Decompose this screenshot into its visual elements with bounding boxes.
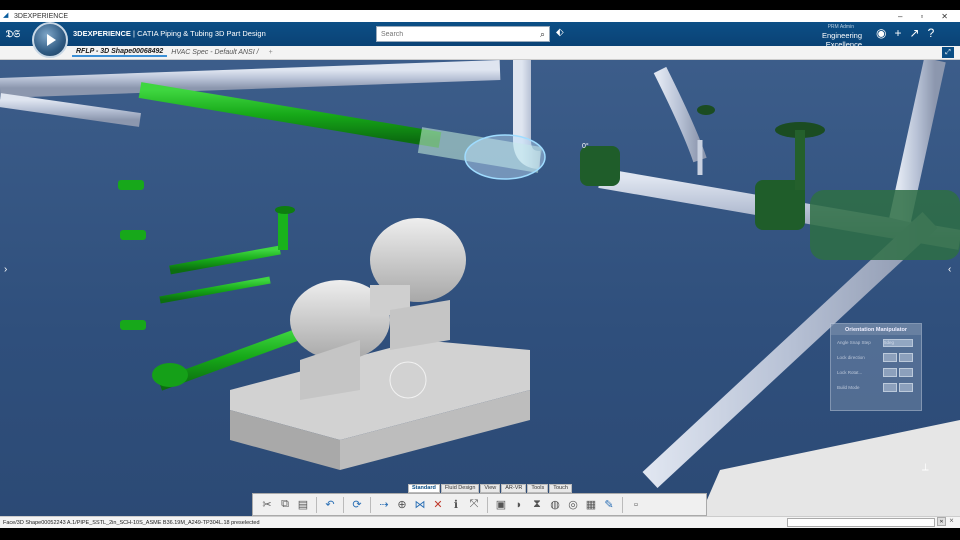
angle-snap-input[interactable]: 5deg xyxy=(883,338,913,347)
reducer-icon[interactable]: ◎ xyxy=(565,497,581,513)
compass-button[interactable] xyxy=(32,22,68,58)
green-flange-2 xyxy=(120,230,146,240)
small-handwheel xyxy=(697,105,715,115)
tab-fluid-design[interactable]: Fluid Design xyxy=(440,484,480,493)
update-icon[interactable]: ⟳ xyxy=(349,497,365,513)
paste-icon[interactable]: ▤ xyxy=(295,497,311,513)
tab-ar-vr[interactable]: AR-VR xyxy=(501,484,527,493)
search-icon[interactable]: ⌕ xyxy=(540,29,545,40)
tab-view[interactable]: View xyxy=(480,484,501,493)
ds-logo-icon: 𝔇𝔖 xyxy=(5,28,21,40)
axis-triad: ⟂ xyxy=(922,462,929,473)
tab-hvac-spec[interactable]: HVAC Spec - Default ANSI / xyxy=(167,49,262,56)
connect-icon[interactable]: ⋈ xyxy=(412,497,428,513)
cut-icon[interactable]: ✂ xyxy=(259,497,275,513)
expand-icon[interactable]: ⤢ xyxy=(942,47,954,58)
profile-icon[interactable]: ◉ xyxy=(876,26,886,40)
action-bar: ✂ ⧉ ▤ ↶ ⟳ ⇢ ⊕ ⋈ ✕ ℹ ⤧ ▣ ◗ ⧗ ◍ ◎ ▦ ✎ ▫ xyxy=(252,493,707,516)
lock-direction-label: Lock direction xyxy=(837,355,865,360)
manipulate-icon[interactable]: ⤧ xyxy=(466,497,482,513)
3d-viewport[interactable]: ⟂ 0° › ‹ Orientation Manipulator Angle S… xyxy=(0,60,960,516)
more-icon[interactable]: ▫ xyxy=(628,497,644,513)
valve-icon[interactable]: ⧗ xyxy=(529,497,545,513)
3d-scene: ⟂ 0° xyxy=(0,60,960,516)
tab-standard[interactable]: Standard xyxy=(408,484,440,493)
action-bar-tabs: Standard Fluid Design View AR-VR Tools T… xyxy=(408,484,572,493)
os-title: 3DEXPERIENCE xyxy=(14,12,69,20)
os-title-bar: ◢ 3DEXPERIENCE – ▫ ✕ xyxy=(0,10,960,22)
green-valve-stem xyxy=(278,210,288,250)
app-title: 3DEXPERIENCE | CATIA Piping & Tubing 3D … xyxy=(73,29,266,38)
gray-pipe-top-left xyxy=(0,60,501,98)
close-button[interactable]: ✕ xyxy=(941,12,948,21)
green-pipe-branch xyxy=(169,245,281,275)
lock-direction-toggle-2[interactable] xyxy=(899,353,913,362)
lock-rotation-label: Lock Rotat... xyxy=(837,370,863,375)
app-logo-icon: ◢ xyxy=(3,12,9,19)
tab-strip: RFLP - 3D Shape00068492 HVAC Spec - Defa… xyxy=(0,46,960,60)
angle-snap-row: Angle Snap Step 5deg xyxy=(831,335,921,350)
brand-label: 3DEXPERIENCE xyxy=(73,29,131,38)
clear-command-button[interactable]: ✕ xyxy=(937,517,946,526)
user-role: PRM Admin xyxy=(827,24,854,30)
add-icon[interactable]: + xyxy=(894,26,901,40)
build-mode-toggle[interactable] xyxy=(883,383,897,392)
gray-pipe-riser-mid xyxy=(653,66,707,163)
status-close-icon[interactable]: ⨯ xyxy=(949,517,954,524)
flange-icon[interactable]: ◍ xyxy=(547,497,563,513)
manipulator-value: 0° xyxy=(582,142,589,150)
undo-icon[interactable]: ↶ xyxy=(322,497,338,513)
green-pipe-main xyxy=(138,82,442,148)
green-elbow xyxy=(152,363,188,387)
route-icon[interactable]: ⇢ xyxy=(376,497,392,513)
elbow-icon[interactable]: ◗ xyxy=(511,497,527,513)
copy-icon[interactable]: ⧉ xyxy=(277,497,293,513)
add-tab-button[interactable]: + xyxy=(263,49,273,56)
build-mode-row: Build Mode xyxy=(831,380,921,395)
play-icon xyxy=(47,34,56,46)
info-icon[interactable]: ℹ xyxy=(448,497,464,513)
tag-icon[interactable]: ⬖ xyxy=(556,27,564,38)
tab-touch[interactable]: Touch xyxy=(549,484,572,493)
lock-direction-row: Lock direction xyxy=(831,350,921,365)
green-handwheel xyxy=(275,206,295,214)
gray-pipe-left xyxy=(0,93,141,127)
tab-tools[interactable]: Tools xyxy=(527,484,549,493)
search-input[interactable] xyxy=(381,30,531,38)
lock-direction-toggle[interactable] xyxy=(883,353,897,362)
dark-green-vessel xyxy=(810,190,960,260)
lock-rotation-toggle-2[interactable] xyxy=(899,368,913,377)
help-icon[interactable]: ? xyxy=(928,26,935,40)
minimize-button[interactable]: – xyxy=(898,12,902,21)
insert-part-icon[interactable]: ⊕ xyxy=(394,497,410,513)
lock-rotation-row: Lock Rotat... xyxy=(831,365,921,380)
lock-rotation-toggle[interactable] xyxy=(883,368,897,377)
tab-rflp-shape[interactable]: RFLP - 3D Shape00068492 xyxy=(72,48,168,57)
build-mode-label: Build Mode xyxy=(837,385,860,390)
dark-valve-stem xyxy=(795,130,805,190)
left-panel-arrow-icon[interactable]: › xyxy=(4,264,7,275)
orientation-manipulator-panel: Orientation Manipulator Angle Snap Step … xyxy=(830,323,922,411)
green-flange-3 xyxy=(120,320,146,330)
green-pipe-branch-2 xyxy=(159,276,271,304)
status-text: Face/3D Shape00052243 A.1/PIPE_SSTL_2in_… xyxy=(3,519,260,526)
orientation-panel-title: Orientation Manipulator xyxy=(831,324,921,335)
dark-valve-1 xyxy=(580,146,620,186)
search-box[interactable]: ⌕ xyxy=(376,26,550,42)
app-name: CATIA Piping & Tubing 3D Part Design xyxy=(137,29,266,38)
bottom-border xyxy=(0,528,960,540)
green-flange-1 xyxy=(118,180,144,190)
table-icon[interactable]: ▦ xyxy=(583,497,599,513)
delete-icon[interactable]: ✕ xyxy=(430,497,446,513)
restore-button[interactable]: ▫ xyxy=(920,12,923,21)
selected-segment-end xyxy=(464,134,546,180)
command-input[interactable] xyxy=(787,518,935,527)
part-icon[interactable]: ▣ xyxy=(493,497,509,513)
right-panel-arrow-icon[interactable]: ‹ xyxy=(948,264,951,275)
edit-icon[interactable]: ✎ xyxy=(601,497,617,513)
angle-snap-label: Angle Snap Step xyxy=(837,340,871,345)
share-icon[interactable]: ↗ xyxy=(910,26,920,40)
floor-slab xyxy=(700,420,960,516)
build-mode-toggle-2[interactable] xyxy=(899,383,913,392)
